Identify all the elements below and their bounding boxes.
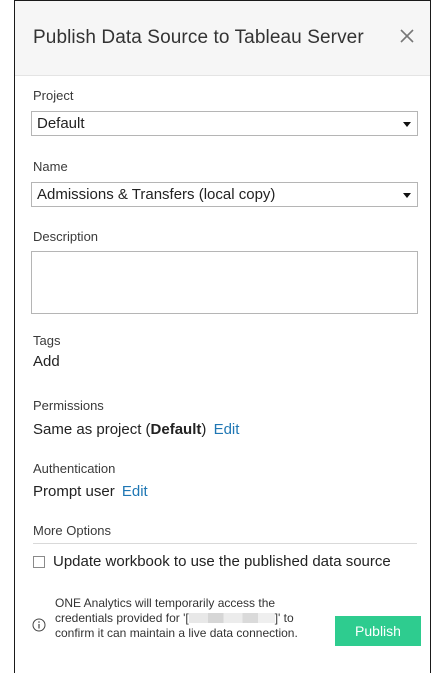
permissions-suffix: )	[201, 421, 207, 438]
publish-dialog: Publish Data Source to Tableau Server Pr…	[14, 0, 431, 673]
name-select[interactable]: Admissions & Transfers (local copy)	[31, 182, 418, 207]
redacted-server-name	[188, 613, 275, 623]
name-value: Admissions & Transfers (local copy)	[37, 186, 276, 203]
description-field[interactable]	[31, 251, 418, 314]
permissions-value: Same as project (Default) Edit	[33, 421, 239, 438]
chevron-down-icon	[403, 122, 411, 127]
update-workbook-checkbox[interactable]	[33, 556, 45, 568]
publish-button[interactable]: Publish	[335, 616, 421, 646]
chevron-down-icon	[403, 193, 411, 198]
description-label: Description	[33, 229, 99, 244]
permissions-label: Permissions	[33, 398, 104, 413]
authentication-mode: Prompt user	[33, 483, 115, 500]
project-value: Default	[37, 115, 85, 132]
more-options-label: More Options	[33, 523, 112, 538]
permissions-prefix: Same as project (	[33, 421, 151, 438]
tags-label: Tags	[33, 333, 61, 348]
permissions-edit-link[interactable]: Edit	[214, 421, 240, 438]
project-label: Project	[33, 88, 74, 103]
authentication-label: Authentication	[33, 461, 116, 476]
authentication-edit-link[interactable]: Edit	[122, 483, 148, 500]
update-workbook-label[interactable]: Update workbook to use the published dat…	[53, 553, 391, 570]
name-label: Name	[33, 159, 68, 174]
credentials-notice: ONE Analytics will temporarily access th…	[55, 596, 325, 641]
project-select[interactable]: Default	[31, 111, 418, 136]
dialog-header: Publish Data Source to Tableau Server	[15, 0, 430, 76]
add-tag-link[interactable]: Add	[33, 353, 60, 370]
dialog-title: Publish Data Source to Tableau Server	[33, 27, 364, 48]
permissions-default: Default	[150, 421, 202, 438]
more-options-divider	[33, 543, 417, 544]
authentication-value: Prompt user Edit	[33, 483, 148, 500]
info-icon	[32, 618, 46, 632]
close-icon[interactable]	[396, 25, 418, 47]
